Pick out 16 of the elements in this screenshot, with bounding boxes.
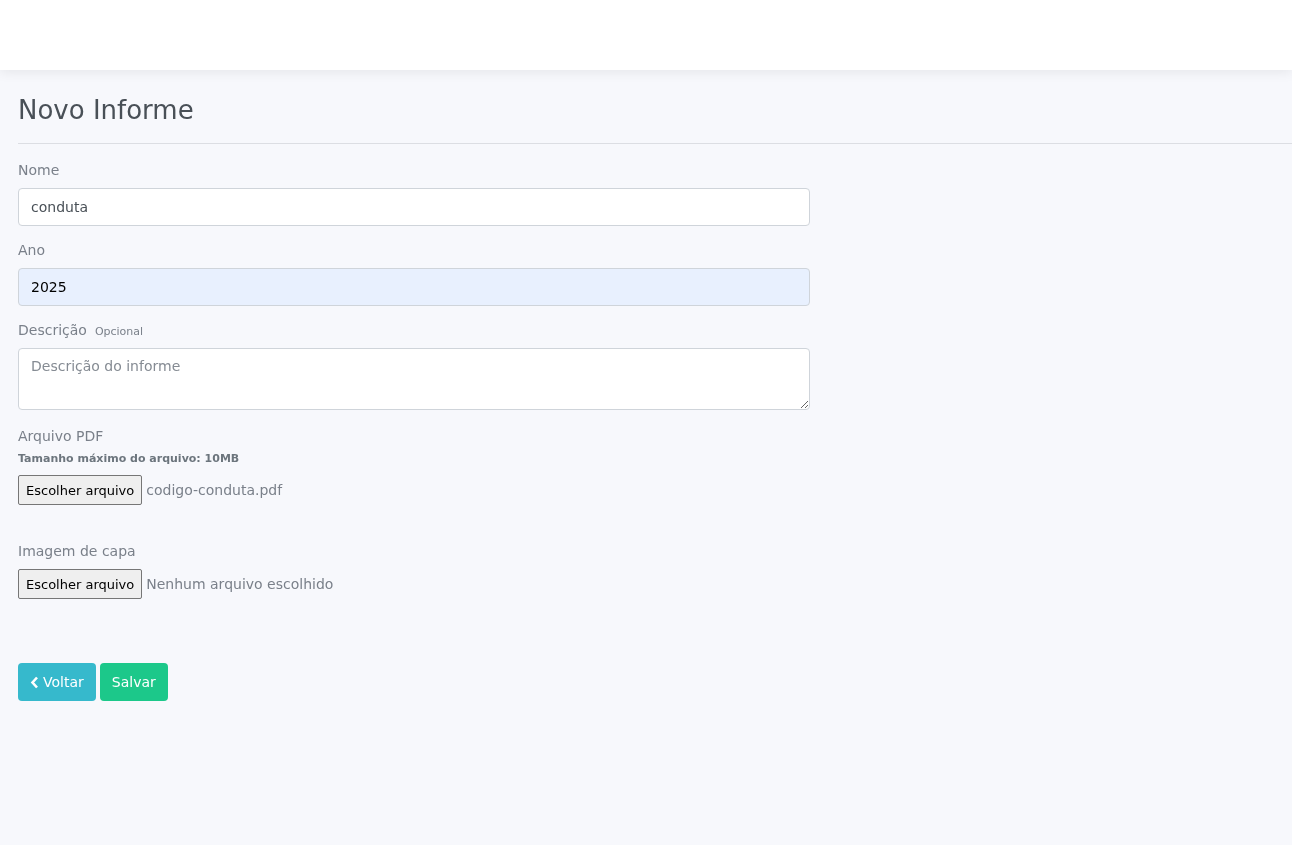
textarea-field[interactable]: Descrição do informe [18,348,810,410]
file-size-note: Tamanho máximo do arquivo: 10MB [18,452,241,465]
field-label: Arquivo PDF [18,428,104,444]
file-name: Nenhum arquivo escolhido [146,576,334,592]
field-label: Ano [18,242,45,258]
field-label: Descrição [18,322,87,338]
page-title: Novo Informe [18,94,195,127]
text-field[interactable]: conduta [18,188,810,226]
choose-file-button[interactable]: Escolher arquivo [18,569,143,599]
chevron-left-icon [30,675,39,689]
text-field[interactable]: 2025 [18,268,810,306]
file-name: codigo-conduta.pdf [146,482,283,498]
field-label: Nome [18,162,60,178]
choose-file-button[interactable]: Escolher arquivo [18,475,143,505]
field-label: Imagem de capa [18,543,136,559]
optional-hint: Opcional [94,325,144,338]
